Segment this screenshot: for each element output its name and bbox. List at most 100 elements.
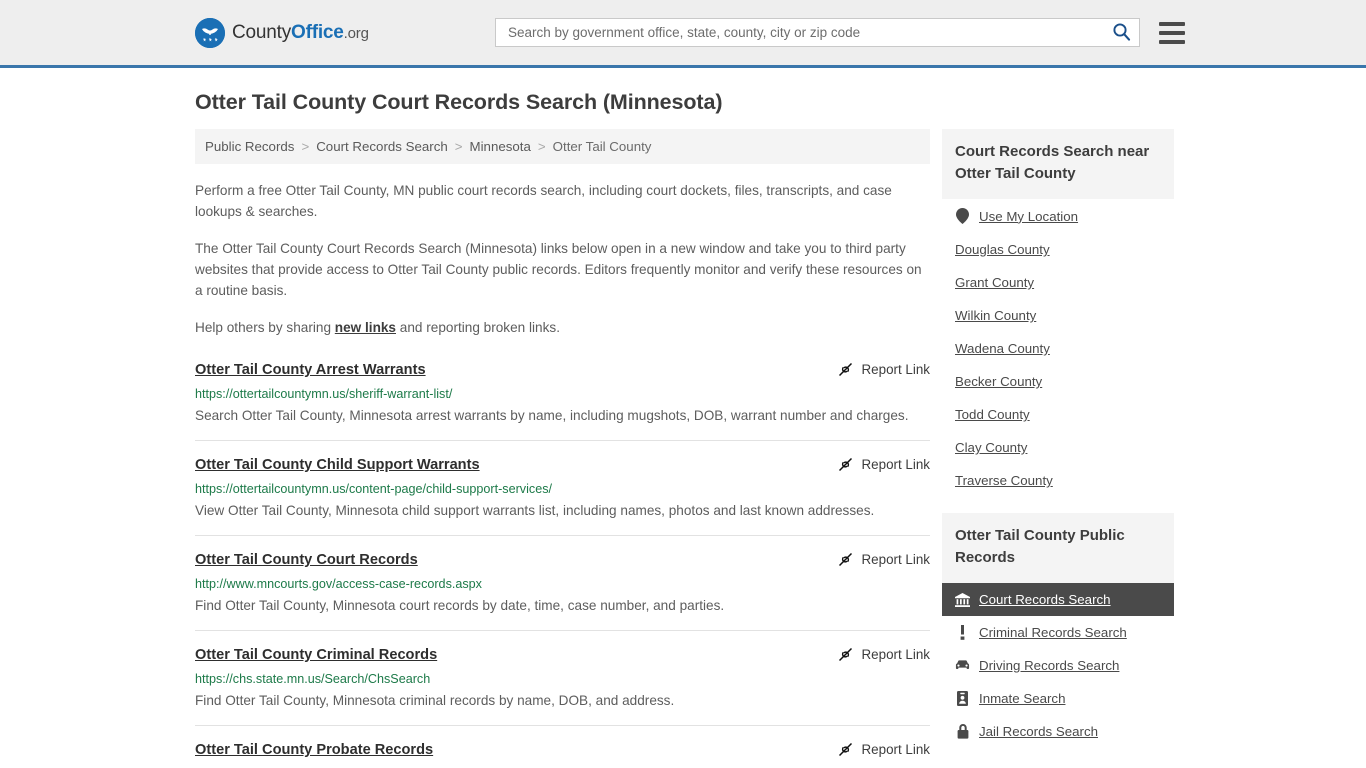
sidebar-item-label[interactable]: Clay County <box>955 440 1027 455</box>
result-description: Find Otter Tail County, Minnesota crimin… <box>195 693 675 708</box>
result-item: Otter Tail County Probate Records Report … <box>195 740 930 768</box>
result-header: Otter Tail County Arrest Warrants Report … <box>195 360 930 380</box>
sidebar-item-label[interactable]: Criminal Records Search <box>979 625 1127 640</box>
sidebar-item-label[interactable]: Driving Records Search <box>979 658 1119 673</box>
sidebar-item-driving-records-search[interactable]: Driving Records Search <box>942 649 1174 682</box>
public-records-list: Court Records Search Criminal Records Sea… <box>942 583 1174 748</box>
report-link-button[interactable]: Report Link <box>837 645 930 663</box>
sidebar-item-label[interactable]: Inmate Search <box>979 691 1065 706</box>
result-item: Otter Tail County Arrest Warrants Report … <box>195 360 930 441</box>
report-link-button[interactable]: Report Link <box>837 740 930 758</box>
result-url[interactable]: https://ottertailcountymn.us/content-pag… <box>195 481 930 497</box>
breadcrumb-item-4: Otter Tail County <box>552 139 652 154</box>
sidebar-item-label[interactable]: Wilkin County <box>955 308 1036 323</box>
broken-link-icon <box>837 551 854 568</box>
report-link-label: Report Link <box>861 742 930 757</box>
sidebar-item-inmate-search[interactable]: Inmate Search <box>942 682 1174 715</box>
sidebar-item-label[interactable]: Douglas County <box>955 242 1050 257</box>
main-column: Public Records > Court Records Search > Minn… <box>195 129 930 768</box>
result-header: Otter Tail County Probate Records Report … <box>195 740 930 760</box>
breadcrumb-separator: > <box>301 139 310 154</box>
id-badge-icon <box>955 691 970 706</box>
intro-p3-post: and reporting broken links. <box>396 320 560 335</box>
result-title-link[interactable]: Otter Tail County Court Records <box>195 550 418 570</box>
breadcrumb-item-3[interactable]: Minnesota <box>470 139 531 154</box>
logo-word-office: Office <box>291 21 344 43</box>
report-link-button[interactable]: Report Link <box>837 550 930 568</box>
result-url[interactable]: http://www.mncourts.gov/access-case-reco… <box>195 576 930 592</box>
result-item: Otter Tail County Child Support Warrants… <box>195 455 930 536</box>
search-icon <box>1112 22 1131 44</box>
breadcrumb-item-1[interactable]: Public Records <box>205 139 294 154</box>
sidebar-item-jail-records-search[interactable]: Jail Records Search <box>942 715 1174 748</box>
intro-paragraph-2: The Otter Tail County Court Records Sear… <box>195 241 922 298</box>
intro-paragraph-1: Perform a free Otter Tail County, MN pub… <box>195 183 892 219</box>
report-link-label: Report Link <box>861 552 930 567</box>
public-records-card: Otter Tail County Public Records Court R… <box>942 513 1174 748</box>
sidebar-item-wilkin-county[interactable]: Wilkin County <box>942 299 1174 332</box>
new-links-link[interactable]: new links <box>335 320 396 335</box>
sidebar-item-label[interactable]: Wadena County <box>955 341 1050 356</box>
page-container: Otter Tail County Court Records Search (… <box>0 90 1366 768</box>
result-item: Otter Tail County Criminal Records Report… <box>195 645 930 726</box>
hamburger-bar <box>1159 21 1185 26</box>
sidebar-item-clay-county[interactable]: Clay County <box>942 431 1174 464</box>
eagle-badge-icon <box>195 17 225 48</box>
broken-link-icon <box>837 741 854 758</box>
sidebar-item-label[interactable]: Todd County <box>955 407 1030 422</box>
site-logo-text: CountyOffice.org <box>232 22 369 44</box>
report-link-label: Report Link <box>861 457 930 472</box>
result-title-link[interactable]: Otter Tail County Child Support Warrants <box>195 455 480 475</box>
padlock-icon <box>955 724 970 739</box>
sidebar-item-court-records-search[interactable]: Court Records Search <box>942 583 1174 616</box>
sidebar-item-label[interactable]: Jail Records Search <box>979 724 1098 739</box>
result-title-link[interactable]: Otter Tail County Probate Records <box>195 740 433 760</box>
result-description: View Otter Tail County, Minnesota child … <box>195 503 875 518</box>
page-title: Otter Tail County Court Records Search (… <box>195 90 723 114</box>
sidebar-item-label[interactable]: Use My Location <box>979 209 1078 224</box>
breadcrumb-item-2[interactable]: Court Records Search <box>316 139 448 154</box>
hamburger-menu-icon[interactable] <box>1159 21 1185 44</box>
sidebar-item-douglas-county[interactable]: Douglas County <box>942 233 1174 266</box>
report-link-label: Report Link <box>861 362 930 377</box>
hamburger-bar <box>1159 30 1185 35</box>
report-link-button[interactable]: Report Link <box>837 455 930 473</box>
sidebar-item-use-my-location[interactable]: Use My Location <box>942 199 1174 233</box>
map-pin-icon <box>955 208 970 224</box>
nearby-searches-card: Court Records Search near Otter Tail Cou… <box>942 129 1174 497</box>
result-url[interactable]: https://chs.state.mn.us/Search/ChsSearch <box>195 671 930 687</box>
sidebar-item-becker-county[interactable]: Becker County <box>942 365 1174 398</box>
result-description: Search Otter Tail County, Minnesota arre… <box>195 408 909 423</box>
intro-p3-pre: Help others by sharing <box>195 320 335 335</box>
search-box[interactable] <box>495 18 1140 47</box>
search-button[interactable] <box>1112 22 1131 44</box>
result-item: Otter Tail County Court Records Report Li… <box>195 550 930 631</box>
sidebar-item-wadena-county[interactable]: Wadena County <box>942 332 1174 365</box>
logo-word-county: County <box>232 21 292 43</box>
sidebar-item-label[interactable]: Becker County <box>955 374 1042 389</box>
intro-text: Perform a free Otter Tail County, MN pub… <box>195 180 930 338</box>
sidebar-item-traverse-county[interactable]: Traverse County <box>942 464 1174 497</box>
broken-link-icon <box>837 646 854 663</box>
breadcrumb-separator: > <box>454 139 463 154</box>
results-list: Otter Tail County Arrest Warrants Report … <box>195 360 930 768</box>
sidebar-item-grant-county[interactable]: Grant County <box>942 266 1174 299</box>
site-logo[interactable]: CountyOffice.org <box>195 17 369 48</box>
sidebar-item-label[interactable]: Grant County <box>955 275 1034 290</box>
result-title-link[interactable]: Otter Tail County Arrest Warrants <box>195 360 426 380</box>
breadcrumb: Public Records > Court Records Search > Minn… <box>195 129 930 164</box>
nearby-county-list: Use My Location Douglas County Grant Count… <box>942 199 1174 497</box>
sidebar-item-criminal-records-search[interactable]: Criminal Records Search <box>942 616 1174 649</box>
sidebar-item-label[interactable]: Traverse County <box>955 473 1053 488</box>
hamburger-bar <box>1159 39 1185 44</box>
content-columns: Public Records > Court Records Search > Minn… <box>195 129 1174 768</box>
result-title-link[interactable]: Otter Tail County Criminal Records <box>195 645 437 665</box>
result-url[interactable]: https://ottertailcountymn.us/sheriff-war… <box>195 386 930 402</box>
sidebar-item-label[interactable]: Court Records Search <box>979 592 1111 607</box>
sidebar-item-todd-county[interactable]: Todd County <box>942 398 1174 431</box>
search-input[interactable] <box>506 24 1112 41</box>
report-link-label: Report Link <box>861 647 930 662</box>
report-link-button[interactable]: Report Link <box>837 360 930 378</box>
site-header: CountyOffice.org <box>0 0 1366 68</box>
result-header: Otter Tail County Criminal Records Report… <box>195 645 930 665</box>
